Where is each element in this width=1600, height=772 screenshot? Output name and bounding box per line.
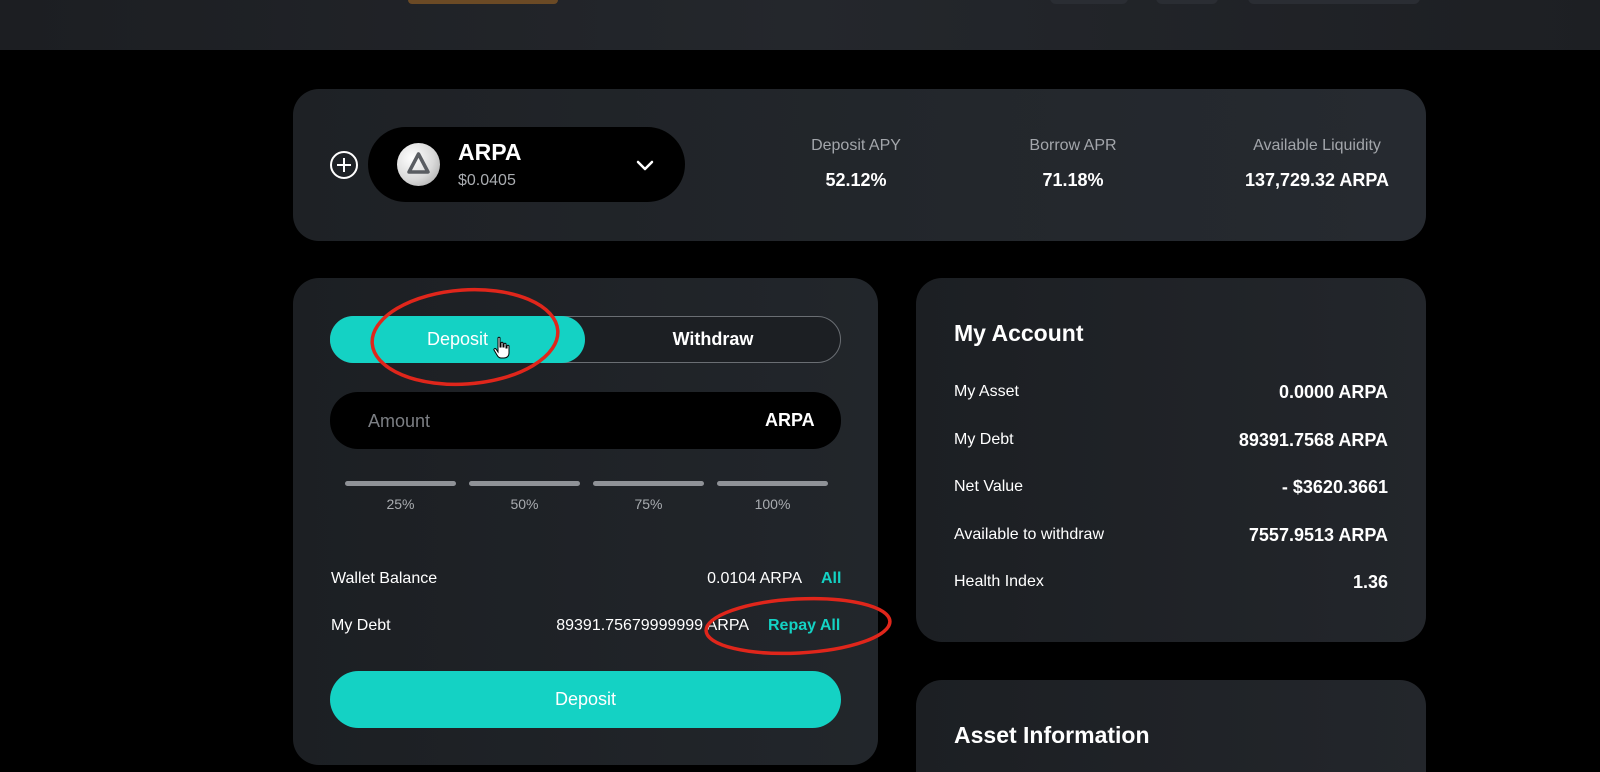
account-row-value: 0.0000 ARPA (1278, 382, 1388, 402)
percent-25-button[interactable]: 25% (345, 481, 456, 512)
percent-bar (469, 481, 580, 486)
deposit-submit-button[interactable]: Deposit (330, 671, 841, 728)
my-debt-label: My Debt (331, 617, 391, 634)
percent-75-button[interactable]: 75% (593, 481, 704, 512)
account-row-value: - $3620.3661 (1281, 477, 1388, 497)
add-circle-icon[interactable] (329, 150, 359, 180)
stat-label: Available Liquidity (1253, 137, 1381, 154)
account-row-label: Available to withdraw (954, 526, 1105, 543)
stat-deposit-apy: Deposit APY 52.12% (786, 137, 926, 191)
stat-label: Deposit APY (811, 137, 901, 154)
my-debt-value: 89391.75679999999 ARPA (556, 617, 749, 634)
triangle-logo-icon (407, 152, 430, 174)
wallet-balance-label: Wallet Balance (331, 570, 438, 587)
wallet-button[interactable] (1248, 0, 1420, 4)
hand-cursor-icon (493, 336, 510, 359)
percent-bar (717, 481, 828, 486)
stat-value: 137,729.32 ARPA (1244, 170, 1390, 190)
asset-information-title: Asset Information (954, 722, 1150, 748)
tab-deposit[interactable]: Deposit (330, 316, 585, 363)
percent-label: 50% (510, 496, 539, 512)
tab-withdraw[interactable]: Withdraw (585, 316, 841, 363)
percent-bar (345, 481, 456, 486)
stat-value: 52.12% (825, 170, 887, 190)
amount-input[interactable] (368, 408, 668, 434)
account-row-label: My Debt (954, 431, 1014, 448)
my-account-title: My Account (954, 320, 1084, 346)
percent-100-button[interactable]: 100% (717, 481, 828, 512)
percent-50-button[interactable]: 50% (469, 481, 580, 512)
nav-button[interactable] (1050, 0, 1128, 4)
stat-available-liquidity: Available Liquidity 137,729.32 ARPA (1220, 137, 1414, 191)
wallet-balance-value: 0.0104 ARPA (707, 570, 802, 587)
account-row-label: Health Index (954, 573, 1044, 590)
account-row-label: My Asset (954, 383, 1019, 400)
app-logo[interactable] (408, 0, 558, 4)
account-row-value: 89391.7568 ARPA (1238, 430, 1388, 450)
percent-bar (593, 481, 704, 486)
amount-unit: ARPA (765, 410, 815, 430)
asset-price: $0.0405 (458, 172, 516, 189)
chevron-down-icon[interactable] (634, 154, 656, 176)
account-row-value: 1.36 (1352, 572, 1388, 592)
percent-label: 75% (634, 496, 663, 512)
max-all-link[interactable]: All (821, 570, 841, 588)
stat-value: 71.18% (1042, 170, 1104, 190)
nav-button[interactable] (1156, 0, 1218, 4)
stat-borrow-apr: Borrow APR 71.18% (1003, 137, 1143, 191)
percent-label: 25% (386, 496, 415, 512)
percent-label: 100% (754, 496, 791, 512)
asset-symbol: ARPA (458, 139, 522, 165)
repay-all-link[interactable]: Repay All (768, 617, 840, 635)
stat-label: Borrow APR (1029, 137, 1117, 154)
account-row-label: Net Value (954, 478, 1024, 495)
arpa-token-logo (397, 143, 440, 186)
top-navigation-bar (0, 0, 1600, 50)
account-row-value: 7557.9513 ARPA (1248, 525, 1388, 545)
